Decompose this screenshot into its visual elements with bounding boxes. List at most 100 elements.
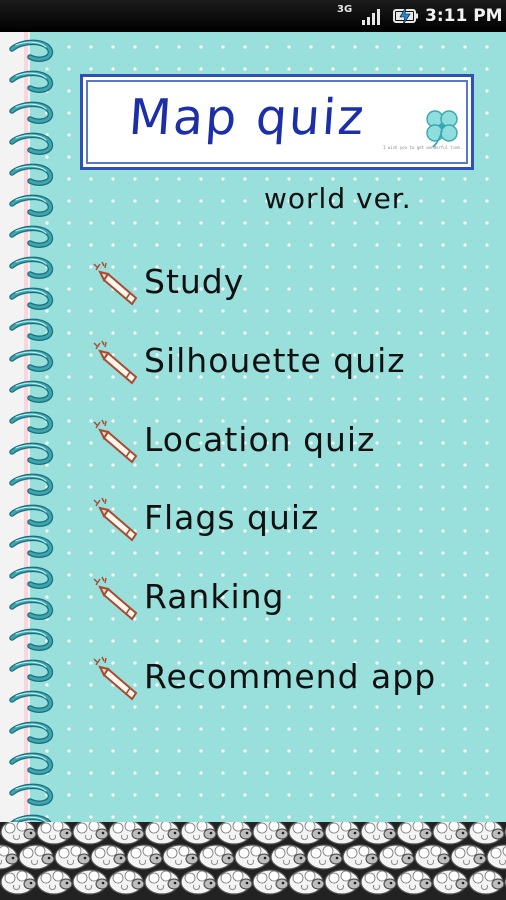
spiral-ring-icon xyxy=(9,70,54,93)
spiral-ring-icon xyxy=(9,256,54,279)
sheep-icon xyxy=(234,844,271,870)
sheep-pattern xyxy=(0,822,506,895)
spiral-ring-icon xyxy=(9,504,54,527)
sheep-banner[interactable] xyxy=(0,822,506,900)
sheep-icon xyxy=(0,869,37,895)
sheep-icon xyxy=(72,869,109,895)
sheep-icon xyxy=(288,869,325,895)
spiral-ring-icon xyxy=(9,101,54,124)
spiral-ring-icon xyxy=(9,132,54,155)
sheep-icon xyxy=(468,869,505,895)
spiral-ring-icon xyxy=(9,411,54,434)
sheep-icon xyxy=(378,844,415,870)
sheep-icon xyxy=(108,822,145,845)
sheep-icon xyxy=(0,844,19,870)
sheep-icon xyxy=(396,869,433,895)
sheep-icon xyxy=(252,822,289,845)
signal-icon xyxy=(362,9,380,25)
sheep-icon xyxy=(414,844,451,870)
sheep-icon xyxy=(36,869,73,895)
battery-charging-icon xyxy=(393,7,418,25)
sheep-icon xyxy=(18,844,55,870)
spiral-ring-icon xyxy=(9,473,54,496)
spiral-ring-icon xyxy=(9,690,54,713)
spiral-ring-icon xyxy=(9,287,54,310)
pencil-icon xyxy=(93,497,138,542)
spiral-ring-icon xyxy=(9,752,54,775)
menu-item-study[interactable]: Study xyxy=(92,258,472,308)
sheep-icon xyxy=(450,844,487,870)
spiral-ring-icon xyxy=(9,194,54,217)
pencil-icon xyxy=(93,576,138,621)
sheep-icon xyxy=(54,844,91,870)
sheep-icon xyxy=(270,844,307,870)
sheep-icon xyxy=(126,844,163,870)
pencil-icon xyxy=(93,340,138,385)
sheep-icon xyxy=(342,844,379,870)
sheep-icon xyxy=(432,869,469,895)
sheep-icon xyxy=(486,844,506,870)
sheep-icon xyxy=(144,869,181,895)
sheep-icon xyxy=(324,869,361,895)
sheep-icon xyxy=(360,822,397,845)
sheep-icon xyxy=(180,822,217,845)
sheep-icon xyxy=(0,822,37,845)
spiral-ring-icon xyxy=(9,39,54,62)
app-title: Map quiz xyxy=(127,89,368,146)
app-screen: 3G 3:11 PM Map quiz I wish you to get wo… xyxy=(0,0,506,900)
spiral-ring-icon xyxy=(9,659,54,682)
clover-icon xyxy=(426,110,458,148)
menu-item-flags-quiz[interactable]: Flags quiz xyxy=(92,494,472,544)
sheep-icon xyxy=(396,822,433,845)
sheep-icon xyxy=(198,844,235,870)
spiral-ring-icon xyxy=(9,163,54,186)
title-card: Map quiz I wish you to get wonderful tim… xyxy=(80,74,474,170)
sheep-icon xyxy=(216,869,253,895)
spiral-ring-icon xyxy=(9,349,54,372)
sheep-icon xyxy=(36,822,73,845)
sheep-icon xyxy=(90,844,127,870)
sheep-icon xyxy=(108,869,145,895)
sheep-icon xyxy=(432,822,469,845)
clock: 3:11 PM xyxy=(425,6,503,26)
menu-item-recommend-app[interactable]: Recommend app xyxy=(92,653,472,703)
menu-item-label: Ranking xyxy=(144,577,285,616)
spiral-ring-icon xyxy=(9,721,54,744)
sheep-icon xyxy=(144,822,181,845)
menu-item-location-quiz[interactable]: Location quiz xyxy=(92,416,472,466)
spiral-ring-icon xyxy=(9,225,54,248)
spiral-ring-icon xyxy=(9,783,54,806)
sheep-icon xyxy=(288,822,325,845)
sheep-icon xyxy=(162,844,199,870)
status-bar: 3G 3:11 PM xyxy=(0,0,506,32)
sheep-icon xyxy=(216,822,253,845)
menu-item-label: Study xyxy=(144,262,245,301)
menu-item-label: Recommend app xyxy=(144,657,437,696)
pencil-icon xyxy=(93,656,138,701)
sheep-icon xyxy=(360,869,397,895)
pencil-icon xyxy=(93,261,138,306)
sheep-icon xyxy=(72,822,109,845)
sheep-icon xyxy=(180,869,217,895)
spiral-binding xyxy=(9,39,54,822)
notebook-page: Map quiz I wish you to get wonderful tim… xyxy=(0,32,506,822)
sheep-icon xyxy=(252,869,289,895)
spiral-ring-icon xyxy=(9,380,54,403)
sheep-icon xyxy=(306,844,343,870)
spiral-ring-icon xyxy=(9,318,54,341)
version-subtitle: world ver. xyxy=(264,182,412,215)
menu-item-label: Flags quiz xyxy=(144,498,320,537)
menu-item-ranking[interactable]: Ranking xyxy=(92,573,472,623)
spiral-ring-icon xyxy=(9,566,54,589)
menu-item-label: Silhouette quiz xyxy=(144,341,406,380)
title-tagline: I wish you to get wonderful time. xyxy=(383,145,463,150)
network-type-label: 3G xyxy=(337,4,353,15)
pencil-icon xyxy=(93,419,138,464)
menu-item-silhouette-quiz[interactable]: Silhouette quiz xyxy=(92,337,472,387)
spiral-ring-icon xyxy=(9,628,54,651)
sheep-icon xyxy=(468,822,505,845)
sheep-icon xyxy=(324,822,361,845)
spiral-ring-icon xyxy=(9,597,54,620)
menu-item-label: Location quiz xyxy=(144,420,376,459)
spiral-ring-icon xyxy=(9,535,54,558)
